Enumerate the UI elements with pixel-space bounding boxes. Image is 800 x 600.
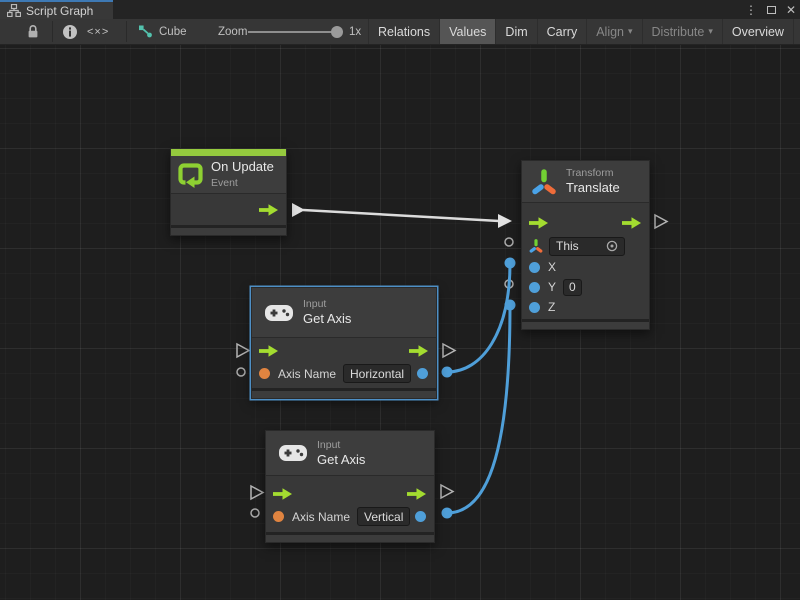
- flow-port-getaxis-h-out[interactable]: [443, 344, 455, 357]
- zoom-label: Zoom: [218, 19, 247, 44]
- dim-button[interactable]: Dim: [495, 19, 536, 44]
- zoom-value: 1x: [349, 19, 361, 44]
- close-icon[interactable]: ✕: [786, 4, 796, 16]
- object-picker-icon[interactable]: [606, 240, 618, 252]
- maximize-icon[interactable]: [767, 4, 776, 16]
- script-graph-asset-icon: [138, 24, 153, 39]
- wire-end-translate-x[interactable]: [505, 258, 516, 269]
- graph-canvas[interactable]: On Update Event: [0, 45, 800, 600]
- port-result[interactable]: [417, 368, 428, 379]
- value-port-getaxis-v-name[interactable]: [251, 509, 259, 517]
- tab-bar: Script Graph ⋮ ✕: [0, 0, 800, 19]
- node-subtitle: Event: [211, 176, 274, 190]
- flow-in-arrow[interactable]: [259, 345, 278, 357]
- wire-end-translate-z[interactable]: [505, 300, 516, 311]
- graph-toolbar: <×> Cube Zoom 1x Relations Values Dim Ca…: [0, 19, 800, 45]
- distribute-dropdown[interactable]: Distribute▾: [642, 19, 722, 44]
- transform-icon-small: [529, 238, 543, 254]
- node-category: Transform: [566, 166, 620, 180]
- menu-icon[interactable]: ⋮: [745, 4, 757, 16]
- tab-script-graph[interactable]: Script Graph: [0, 0, 113, 19]
- info-icon: [62, 24, 78, 40]
- fullscreen-button[interactable]: Full Screen: [793, 19, 800, 44]
- port-axis-name[interactable]: [259, 368, 270, 379]
- port-axis-name-label: Axis Name: [292, 510, 350, 524]
- toolbar-divider: [126, 21, 127, 42]
- overview-button[interactable]: Overview: [722, 19, 793, 44]
- axis-name-field[interactable]: Horizontal: [343, 364, 411, 383]
- node-title: On Update: [211, 159, 274, 175]
- window-controls: ⋮ ✕: [745, 0, 796, 19]
- relations-button[interactable]: Relations: [368, 19, 439, 44]
- flow-port-getaxis-v-out[interactable]: [441, 485, 453, 498]
- node-category: Input: [317, 438, 365, 452]
- port-axis-name[interactable]: [273, 511, 284, 522]
- script-graph-window: Script Graph ⋮ ✕ <×>: [0, 0, 800, 600]
- this-object-field[interactable]: This: [549, 237, 625, 256]
- carry-button[interactable]: Carry: [537, 19, 587, 44]
- zoom-slider-track[interactable]: [248, 31, 340, 33]
- update-loop-icon: [177, 161, 204, 188]
- node-footer: [171, 225, 286, 235]
- lock-button[interactable]: [26, 19, 40, 44]
- tab-title: Script Graph: [26, 4, 93, 18]
- node-on-update[interactable]: On Update Event: [170, 148, 287, 236]
- node-get-axis-vertical[interactable]: Input Get Axis Axis Name Vertical: [265, 430, 435, 543]
- flow-in-arrow[interactable]: [273, 488, 292, 500]
- flow-out-arrow[interactable]: [407, 488, 426, 500]
- chevron-down-icon: ▾: [708, 26, 713, 37]
- value-port-translate-this[interactable]: [505, 238, 513, 246]
- port-result[interactable]: [415, 511, 426, 522]
- zoom-slider-handle[interactable]: [331, 26, 343, 38]
- transform-icon: [531, 167, 557, 197]
- wire-end-horizontal-out[interactable]: [442, 367, 453, 378]
- port-y-label: Y: [548, 280, 556, 294]
- node-category: Input: [303, 297, 351, 311]
- node-title: Get Axis: [317, 452, 365, 468]
- toolbar-buttons: Relations Values Dim Carry Align▾ Distri…: [368, 19, 800, 44]
- node-title: Get Axis: [303, 311, 351, 327]
- port-z[interactable]: [529, 302, 540, 313]
- values-button[interactable]: Values: [439, 19, 495, 44]
- node-translate[interactable]: Transform Translate: [521, 160, 650, 330]
- wire-end-vertical-out[interactable]: [442, 508, 453, 519]
- flow-port-getaxis-v-in[interactable]: [251, 486, 263, 499]
- value-port-getaxis-h-name[interactable]: [237, 368, 245, 376]
- node-footer: [266, 532, 434, 542]
- graph-asset-name: Cube: [159, 26, 187, 38]
- code-view-button[interactable]: <×>: [87, 19, 109, 44]
- gamepad-icon: [278, 443, 308, 463]
- flow-out-arrow[interactable]: [409, 345, 428, 357]
- wire-horizontal-to-x[interactable]: [447, 263, 510, 372]
- graph-hierarchy-icon: [7, 4, 21, 17]
- port-y[interactable]: [529, 282, 540, 293]
- chevron-down-icon: ▾: [628, 26, 633, 37]
- node-footer: [522, 319, 649, 329]
- flow-in-arrow[interactable]: [529, 217, 548, 229]
- event-accent-strip: [171, 149, 286, 156]
- axis-name-field[interactable]: Vertical: [357, 507, 410, 526]
- port-z-label: Z: [548, 300, 555, 314]
- flow-port-getaxis-h-in[interactable]: [237, 344, 249, 357]
- node-title: Translate: [566, 180, 620, 196]
- node-get-axis-horizontal[interactable]: Input Get Axis Axis Name Horizontal: [251, 287, 437, 399]
- flow-out-arrow[interactable]: [259, 204, 278, 216]
- port-x[interactable]: [529, 262, 540, 273]
- flow-port-translate-out[interactable]: [655, 215, 667, 228]
- wire-vertical-to-z[interactable]: [447, 305, 510, 513]
- flow-arrowhead-translate-in: [498, 214, 512, 228]
- node-footer: [252, 388, 436, 398]
- gamepad-icon: [264, 303, 294, 323]
- align-dropdown[interactable]: Align▾: [586, 19, 641, 44]
- flow-out-arrow[interactable]: [622, 217, 641, 229]
- toolbar-divider: [52, 21, 53, 42]
- port-x-label: X: [548, 260, 556, 274]
- port-y-value-field[interactable]: 0: [563, 279, 582, 296]
- wire-on-update-to-translate[interactable]: [303, 210, 499, 221]
- port-axis-name-label: Axis Name: [278, 367, 336, 381]
- lock-icon: [26, 24, 40, 39]
- graph-asset-selector[interactable]: Cube: [138, 19, 187, 44]
- info-button[interactable]: [62, 19, 78, 44]
